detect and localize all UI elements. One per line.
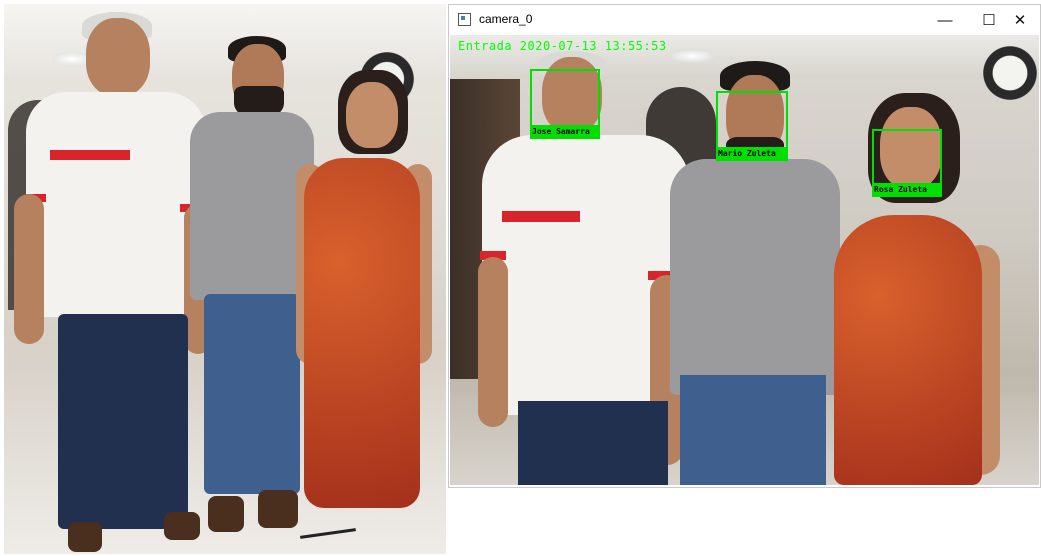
reference-photo — [4, 4, 446, 554]
minimize-button[interactable]: — — [923, 5, 967, 35]
window-title: camera_0 — [479, 12, 533, 26]
ceiling-lamp — [668, 49, 716, 63]
camera-timestamp-overlay: Entrada 2020-07-13 13:55:53 — [458, 39, 667, 53]
face-detection-box-2: Mario Zuleta — [716, 91, 788, 161]
window-titlebar[interactable]: camera_0 — ☐ ✕ — [449, 5, 1040, 35]
camera-window[interactable]: camera_0 — ☐ ✕ Entrada 2020-07-13 13:55:… — [448, 4, 1041, 488]
face-detection-box-3: Rosa Zuleta — [872, 129, 942, 197]
face-label: Mario Zuleta — [716, 147, 788, 161]
close-button[interactable]: ✕ — [998, 5, 1041, 35]
empty-area — [448, 488, 1041, 556]
window-app-icon — [458, 13, 471, 26]
face-label: Jose Samarra — [530, 125, 600, 139]
face-label: Rosa Zuleta — [872, 183, 942, 197]
wall-clock — [980, 43, 1039, 103]
camera-video-frame: Entrada 2020-07-13 13:55:53 Jose Samarra… — [450, 35, 1039, 485]
face-detection-box-1: Jose Samarra — [530, 69, 600, 139]
